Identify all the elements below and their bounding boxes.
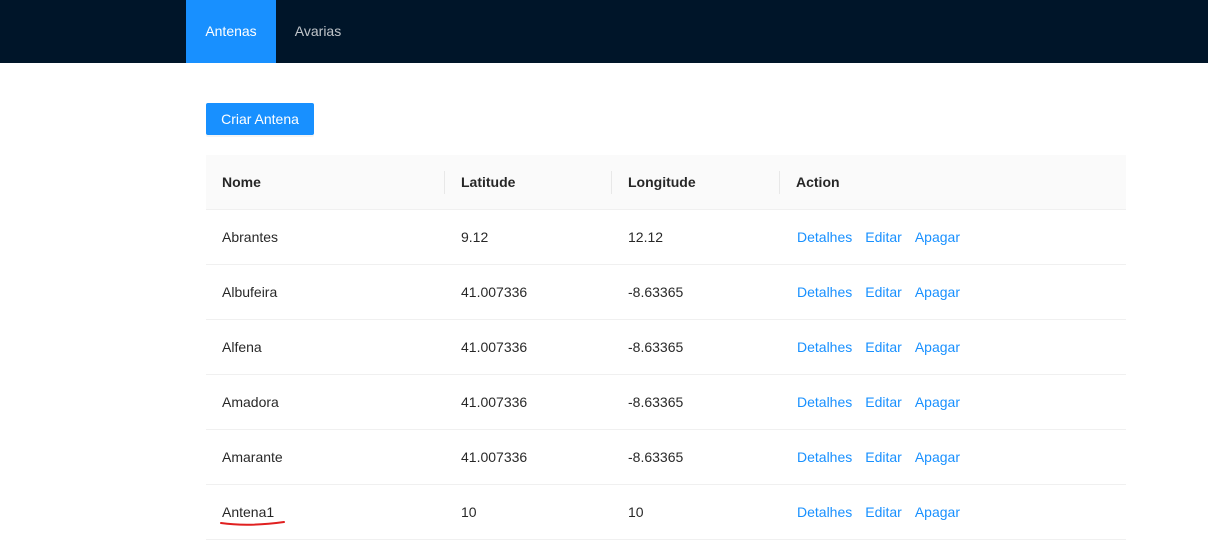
edit-link[interactable]: Editar xyxy=(865,449,902,465)
row-actions: Detalhes Editar Apagar xyxy=(780,375,973,430)
row-actions: Detalhes Editar Apagar xyxy=(780,210,973,265)
cell-latitude: 41.007336 xyxy=(461,449,528,465)
details-link[interactable]: Detalhes xyxy=(797,339,852,355)
cell-longitude: -8.63365 xyxy=(628,284,684,300)
details-link[interactable]: Detalhes xyxy=(797,449,852,465)
cell-nome: Amarante xyxy=(222,449,283,465)
edit-link[interactable]: Editar xyxy=(865,394,902,410)
cell-nome: Abrantes xyxy=(222,229,279,245)
antennas-table: Nome Latitude Longitude Action Abrantes … xyxy=(206,155,1126,540)
delete-link[interactable]: Apagar xyxy=(915,394,960,410)
row-actions: Detalhes Editar Apagar xyxy=(780,320,973,375)
red-underline-annotation xyxy=(220,521,285,526)
delete-link[interactable]: Apagar xyxy=(915,504,960,520)
cell-nome: Alfena xyxy=(222,339,262,355)
column-header-nome: Nome xyxy=(222,174,261,190)
nav-item-avarias[interactable]: Avarias xyxy=(276,0,360,63)
cell-longitude: -8.63365 xyxy=(628,449,684,465)
edit-link[interactable]: Editar xyxy=(865,229,902,245)
table-row: Albufeira 41.007336 -8.63365 Detalhes Edi… xyxy=(206,265,1126,320)
table-row: Amarante 41.007336 -8.63365 Detalhes Edit… xyxy=(206,430,1126,485)
cell-latitude: 9.12 xyxy=(461,229,489,245)
cell-longitude: 10 xyxy=(628,504,644,520)
table-row: Antena1 10 10 Detalhes Editar Apagar xyxy=(206,485,1126,540)
edit-link[interactable]: Editar xyxy=(865,339,902,355)
details-link[interactable]: Detalhes xyxy=(797,394,852,410)
delete-link[interactable]: Apagar xyxy=(915,229,960,245)
cell-nome: Amadora xyxy=(222,394,279,410)
create-antenna-button[interactable]: Criar Antena xyxy=(206,103,314,135)
column-header-longitude: Longitude xyxy=(628,174,696,190)
column-header-action: Action xyxy=(796,174,840,190)
details-link[interactable]: Detalhes xyxy=(797,504,852,520)
delete-link[interactable]: Apagar xyxy=(915,339,960,355)
details-link[interactable]: Detalhes xyxy=(797,284,852,300)
table-row: Amadora 41.007336 -8.63365 Detalhes Edita… xyxy=(206,375,1126,430)
details-link[interactable]: Detalhes xyxy=(797,229,852,245)
delete-link[interactable]: Apagar xyxy=(915,284,960,300)
cell-nome: Antena1 xyxy=(222,504,275,520)
cell-latitude: 10 xyxy=(461,504,477,520)
column-header-latitude: Latitude xyxy=(461,174,516,190)
cell-longitude: -8.63365 xyxy=(628,394,684,410)
row-actions: Detalhes Editar Apagar xyxy=(780,265,973,320)
cell-latitude: 41.007336 xyxy=(461,284,528,300)
nav-item-antenas[interactable]: Antenas xyxy=(186,0,276,63)
table-header: Nome Latitude Longitude Action xyxy=(206,155,1126,210)
cell-nome: Albufeira xyxy=(222,284,278,300)
edit-link[interactable]: Editar xyxy=(865,284,902,300)
table-row: Alfena 41.007336 -8.63365 Detalhes Editar… xyxy=(206,320,1126,375)
row-actions: Detalhes Editar Apagar xyxy=(780,485,973,540)
edit-link[interactable]: Editar xyxy=(865,504,902,520)
table-row: Abrantes 9.12 12.12 Detalhes Editar Apagar xyxy=(206,210,1126,265)
row-actions: Detalhes Editar Apagar xyxy=(780,430,973,485)
top-navigation-bar: Antenas Avarias xyxy=(0,0,1208,63)
cell-latitude: 41.007336 xyxy=(461,339,528,355)
cell-latitude: 41.007336 xyxy=(461,394,528,410)
cell-longitude: 12.12 xyxy=(628,229,664,245)
cell-longitude: -8.63365 xyxy=(628,339,684,355)
delete-link[interactable]: Apagar xyxy=(915,449,960,465)
